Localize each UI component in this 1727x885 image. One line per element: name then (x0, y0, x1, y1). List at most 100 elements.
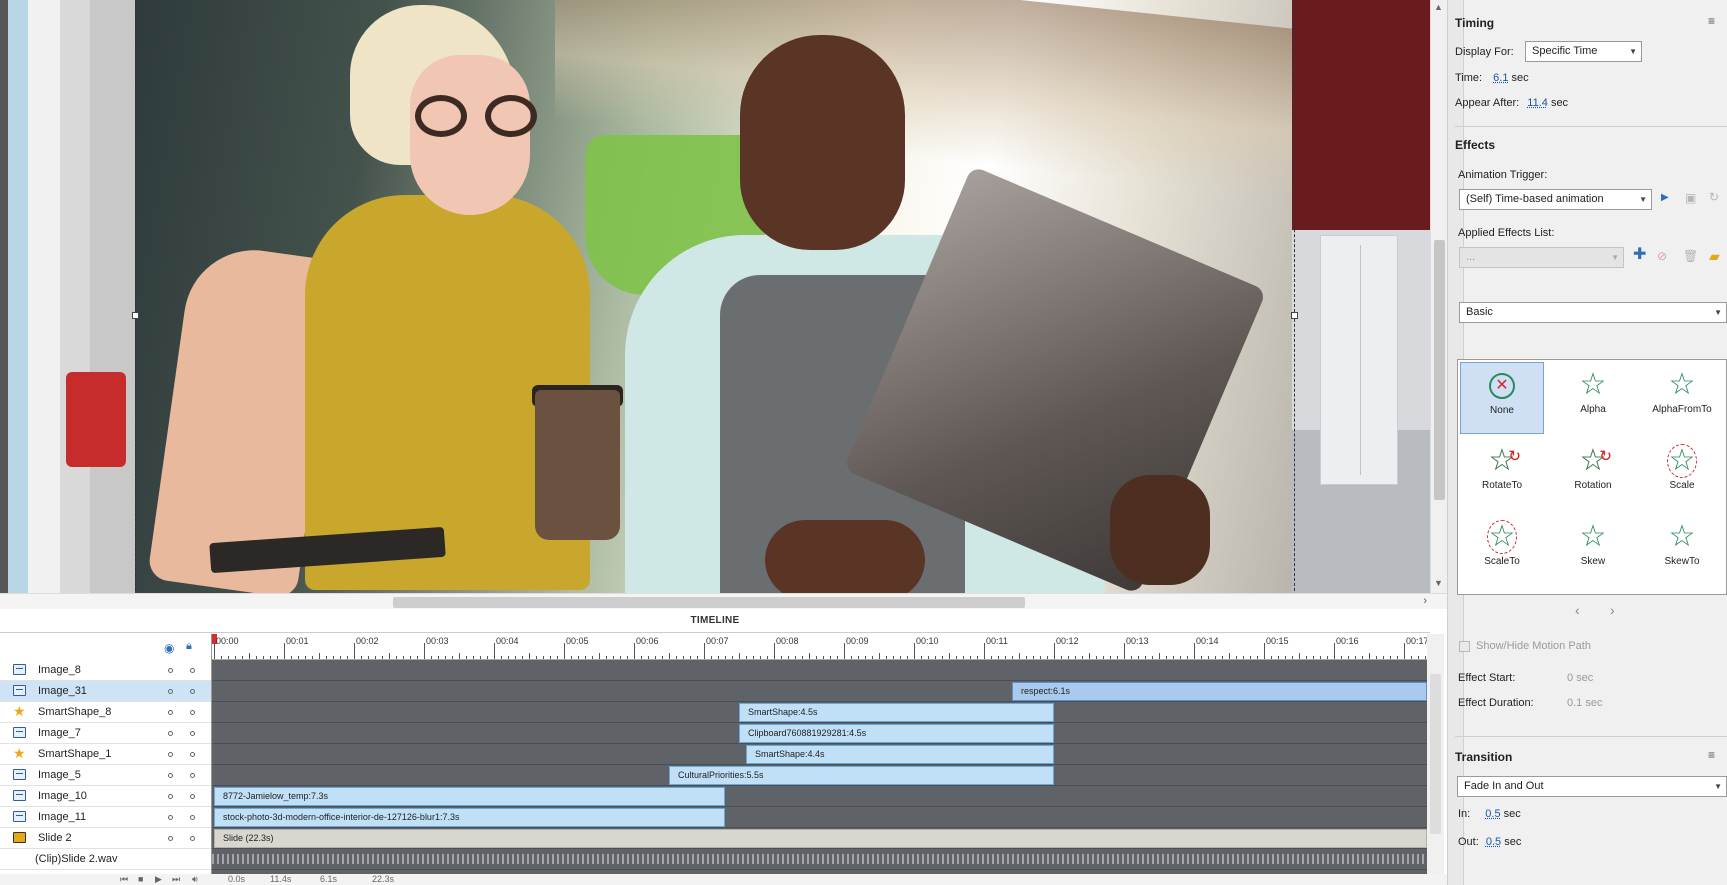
time-value[interactable]: 6.1 (1493, 72, 1508, 84)
effect-alpha[interactable]: ☆ Alpha (1551, 362, 1635, 434)
panel-menu-icon[interactable]: ≡ (1708, 748, 1715, 762)
delete-icon[interactable]: 🗑︎ (1683, 249, 1698, 263)
effect-duration-label: Effect Duration: (1458, 697, 1534, 709)
timeline-bar[interactable]: SmartShape:4.4s (746, 745, 1054, 764)
effect-skewto[interactable]: ☆ SkewTo (1640, 514, 1724, 586)
lock-toggle[interactable] (190, 668, 195, 673)
transition-out-value[interactable]: 0.5 (1486, 836, 1501, 848)
animation-trigger-select[interactable]: (Self) Time-based animation ▼ (1459, 189, 1652, 210)
disable-effect-icon[interactable]: ⊘ (1657, 249, 1667, 263)
effect-label: Scale (1669, 480, 1695, 491)
visibility-toggle[interactable] (168, 794, 173, 799)
motion-path-checkbox[interactable] (1459, 641, 1470, 652)
scroll-up-icon[interactable]: ▲ (1434, 2, 1443, 12)
visibility-toggle[interactable] (168, 668, 173, 673)
effect-none[interactable]: ✕ None (1460, 362, 1544, 434)
volume-icon[interactable]: 🔊︎ (192, 874, 198, 885)
play-preview-icon[interactable]: ▶ (1661, 192, 1669, 203)
lock-icon[interactable]: 🔒︎ (186, 640, 192, 653)
lock-toggle[interactable] (190, 710, 195, 715)
effect-scale[interactable]: ☆ Scale (1640, 438, 1724, 510)
effect-alphafromto[interactable]: ☆ AlphaFromTo (1640, 362, 1724, 434)
lock-toggle[interactable] (190, 773, 195, 778)
eye-icon[interactable]: ◉ (164, 641, 174, 655)
applied-effects-select[interactable]: ... ▼ (1459, 247, 1624, 268)
selected-image-respect[interactable] (135, 0, 1292, 596)
effect-category-select[interactable]: Basic ▼ (1459, 302, 1727, 323)
save-icon[interactable]: ▣ (1685, 191, 1696, 205)
display-for-select[interactable]: Specific Time ▼ (1525, 41, 1642, 62)
timeline-bar[interactable]: respect:6.1s (1012, 682, 1427, 701)
timeline-vertical-scrollbar[interactable] (1427, 634, 1444, 885)
ruler-tick-label: 00:11 (986, 636, 1008, 646)
resize-handle-left[interactable] (132, 312, 139, 319)
play-icon[interactable]: ▶ (155, 874, 162, 885)
transition-select[interactable]: Fade In and Out ▼ (1457, 776, 1727, 797)
audio-waveform[interactable] (212, 854, 1427, 864)
visibility-toggle[interactable] (168, 752, 173, 757)
timeline-layer-row[interactable]: Image_8 (0, 660, 211, 681)
scroll-down-icon[interactable]: ▼ (1434, 578, 1443, 588)
lock-toggle[interactable] (190, 752, 195, 757)
panel-menu-icon[interactable]: ≡ (1708, 14, 1715, 28)
chevron-left-icon[interactable]: ‹ (1575, 602, 1580, 618)
effect-duration-field[interactable]: 0.1 sec (1567, 697, 1602, 709)
ruler-minor-tick (753, 656, 754, 659)
timeline-bar[interactable]: Slide (22.3s) (214, 829, 1427, 848)
timeline-bar[interactable]: 8772-Jamielow_temp:7.3s (214, 787, 725, 806)
lock-toggle[interactable] (190, 689, 195, 694)
stage-hscroll-thumb[interactable] (393, 597, 1025, 608)
timeline-layer-row[interactable]: ★ SmartShape_8 (0, 702, 211, 723)
timeline-tracks[interactable]: 00:00 00:01 00:02 00:03 00:04 00:05 00:06 00:07… (212, 634, 1427, 885)
stage-canvas[interactable] (0, 0, 1447, 596)
timeline-layer-row[interactable]: ★ SmartShape_1 (0, 744, 211, 765)
ruler-minor-tick (1425, 656, 1426, 659)
transition-in-value[interactable]: 0.5 (1485, 808, 1500, 820)
visibility-toggle[interactable] (168, 731, 173, 736)
resize-handle-right[interactable] (1291, 312, 1298, 319)
next-icon[interactable]: ⏭ (172, 874, 180, 885)
effect-duration-value: 0.1 (1567, 697, 1583, 709)
lock-toggle[interactable] (190, 794, 195, 799)
stage-vertical-scrollbar[interactable]: ▲ ▼ (1430, 0, 1447, 596)
effect-skew[interactable]: ☆ Skew (1551, 514, 1635, 586)
timeline-layer-row[interactable]: Slide 2 (0, 828, 211, 849)
timeline-layer-row[interactable]: (Clip)Slide 2.wav (0, 849, 211, 870)
timeline-bar[interactable]: SmartShape:4.5s (739, 703, 1054, 722)
ruler-minor-tick (487, 656, 488, 659)
timeline-layer-row[interactable]: Image_5 (0, 765, 211, 786)
effect-rotation[interactable]: ☆ Rotation (1551, 438, 1635, 510)
visibility-toggle[interactable] (168, 815, 173, 820)
refresh-icon[interactable]: ↻ (1709, 190, 1719, 204)
ruler-minor-tick (711, 656, 712, 659)
timeline-bar[interactable]: Clipboard760881929281:4.5s (739, 724, 1054, 743)
effect-rotateto[interactable]: ☆ RotateTo (1460, 438, 1544, 510)
visibility-toggle[interactable] (168, 836, 173, 841)
timeline-layer-row[interactable]: Image_11 (0, 807, 211, 828)
lock-toggle[interactable] (190, 815, 195, 820)
timeline-bar[interactable]: stock-photo-3d-modern-office-interior-de… (214, 808, 725, 827)
visibility-toggle[interactable] (168, 689, 173, 694)
timeline-layer-row[interactable]: Image_7 (0, 723, 211, 744)
effect-start-field[interactable]: 0 sec (1567, 672, 1593, 684)
scroll-right-icon[interactable]: › (1423, 595, 1427, 607)
stage-horizontal-scrollbar[interactable]: › (0, 593, 1447, 609)
lock-toggle[interactable] (190, 836, 195, 841)
effect-scaleto[interactable]: ☆ ScaleTo (1460, 514, 1544, 586)
folder-icon[interactable]: ▰ (1709, 248, 1720, 265)
stage-vscroll-thumb[interactable] (1434, 240, 1445, 500)
timeline-vscroll-thumb[interactable] (1430, 674, 1441, 834)
timeline-layer-row[interactable]: Image_10 (0, 786, 211, 807)
chevron-right-icon[interactable]: › (1610, 602, 1615, 618)
appear-after-value[interactable]: 11.4 (1527, 97, 1548, 109)
timeline-bar[interactable]: CulturalPriorities:5.5s (669, 766, 1054, 785)
add-effect-icon[interactable]: ✚ (1633, 247, 1646, 263)
timeline-ruler[interactable]: 00:00 00:01 00:02 00:03 00:04 00:05 00:06 00:07… (212, 634, 1427, 660)
stop-icon[interactable]: ■ (138, 874, 143, 884)
lock-toggle[interactable] (190, 731, 195, 736)
visibility-toggle[interactable] (168, 773, 173, 778)
rewind-icon[interactable]: ⏮ (120, 874, 128, 885)
visibility-toggle[interactable] (168, 710, 173, 715)
ruler-major-tick (1404, 643, 1405, 659)
timeline-layer-row[interactable]: Image_31 (0, 681, 211, 702)
